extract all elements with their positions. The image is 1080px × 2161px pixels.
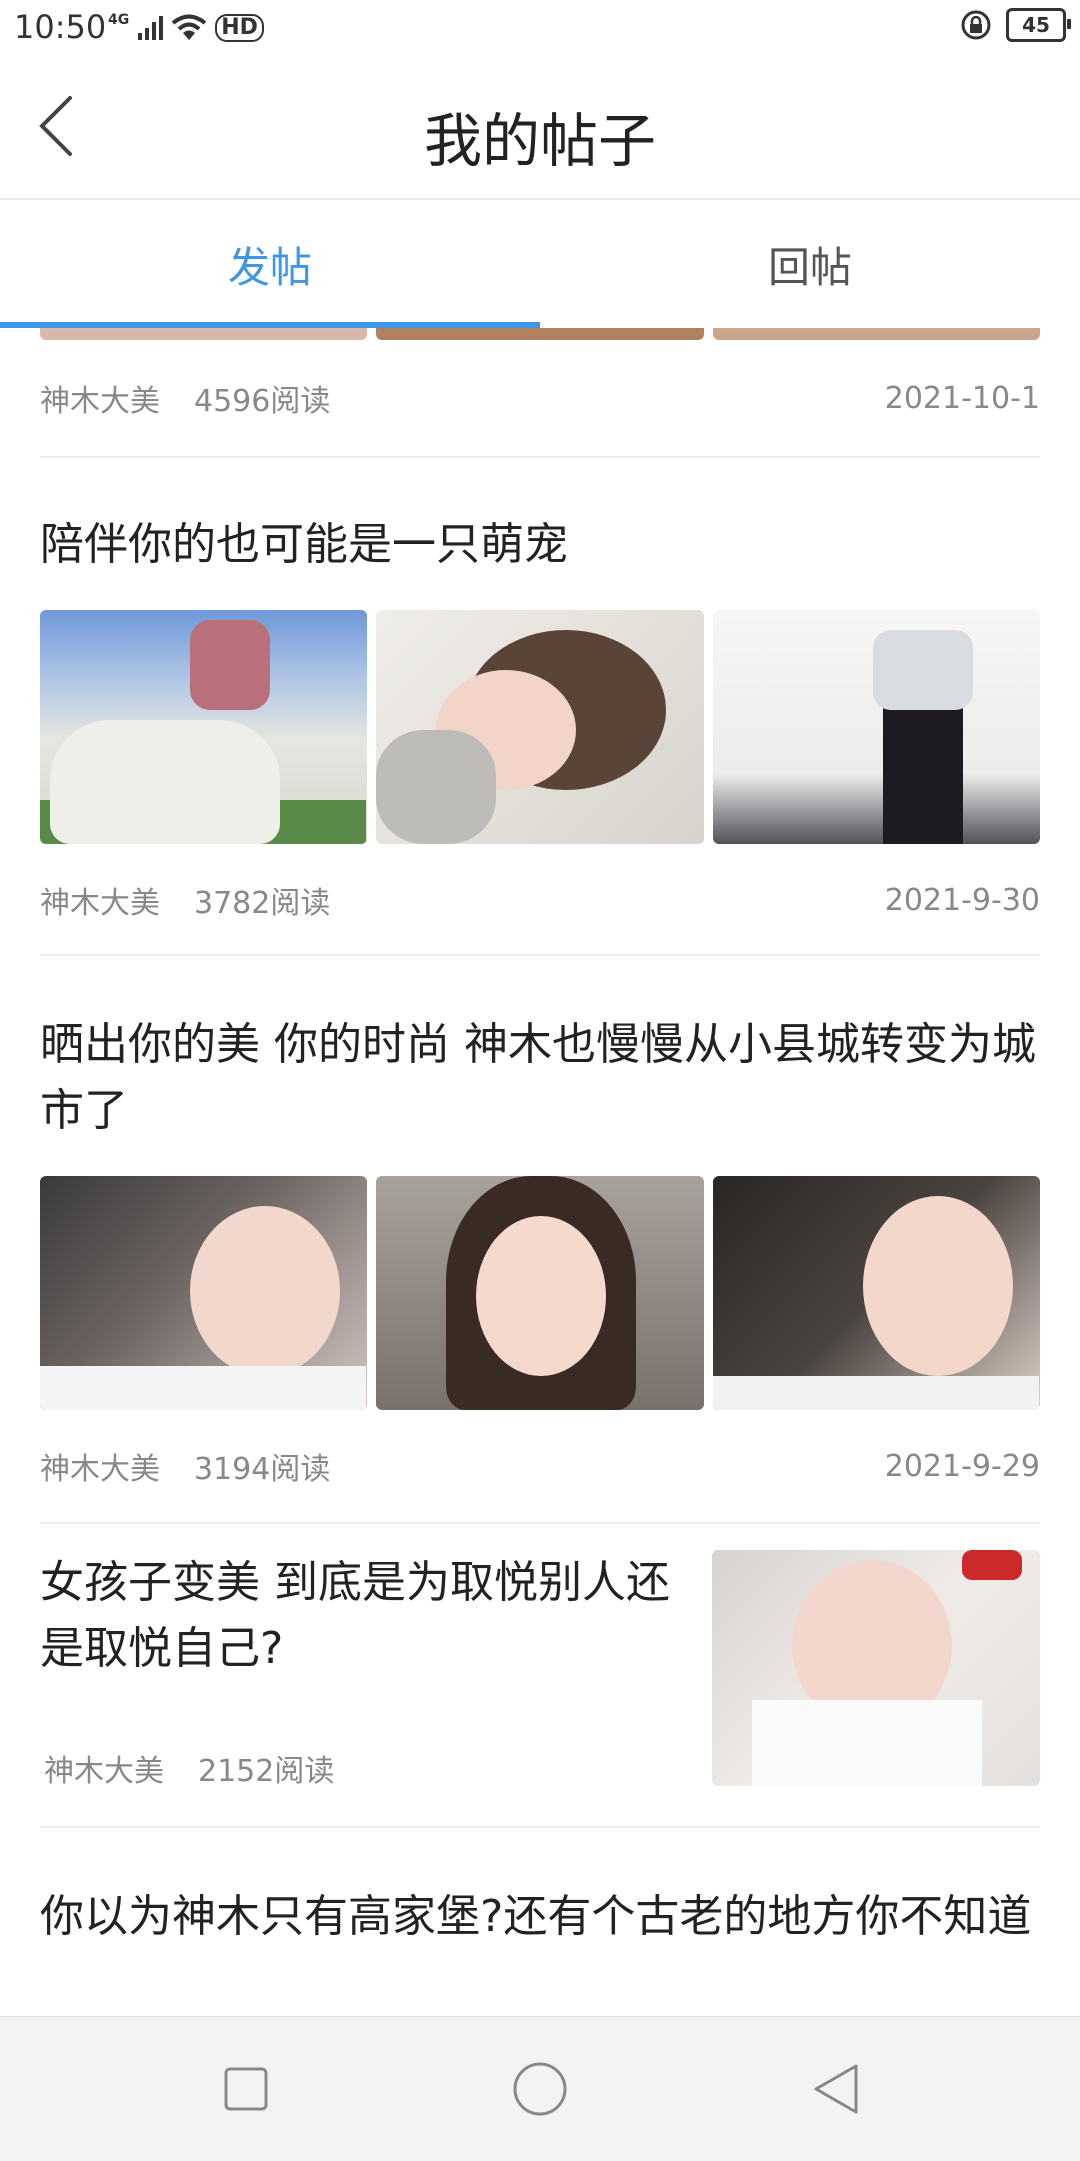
post-author: 神木大美: [40, 1452, 160, 1487]
hd-icon: HD: [215, 14, 264, 42]
recent-apps-button[interactable]: [216, 2059, 276, 2119]
divider: [40, 1522, 1040, 1524]
status-icons: 4G HD: [108, 10, 264, 46]
post-author: 神木大美: [40, 886, 160, 921]
status-bar: 10:50 4G HD 45: [0, 0, 1080, 56]
post-image[interactable]: [712, 610, 1040, 844]
signal-icon: [138, 16, 164, 40]
post-image[interactable]: [712, 1550, 1040, 1786]
post-image[interactable]: [40, 610, 368, 844]
divider: [40, 954, 1040, 956]
wifi-icon: [171, 14, 207, 40]
post-image[interactable]: [40, 328, 368, 340]
home-button[interactable]: [510, 2059, 570, 2119]
post-meta: 神木大美 4596阅读 2021-10-1: [40, 372, 1040, 424]
post-images: [40, 610, 1040, 844]
post-images: [40, 328, 1040, 340]
navigation-bar: 我的帖子: [0, 56, 1080, 200]
post-images: [40, 1176, 1040, 1410]
post-reads: 4596阅读: [194, 384, 331, 419]
system-navigation-bar: [0, 2016, 1080, 2161]
tab-replies[interactable]: 回帖: [540, 200, 1080, 328]
post-author: 神木大美: [40, 384, 160, 419]
lock-rotation-icon: [961, 10, 991, 40]
nav-back-button[interactable]: [806, 2059, 866, 2119]
network-type-icon: 4G: [108, 12, 130, 28]
page-title: 我的帖子: [423, 107, 656, 175]
status-right: 45: [960, 8, 1071, 42]
status-time: 10:50: [14, 8, 107, 46]
square-icon: [224, 2067, 268, 2111]
divider: [40, 1826, 1040, 1828]
post-date: 2021-9-29: [884, 1448, 1040, 1484]
post-date: 2021-9-30: [884, 882, 1040, 918]
post-image[interactable]: [376, 328, 704, 340]
divider: [40, 456, 1040, 458]
post-list[interactable]: 神木大美 4596阅读 2021-10-1 陪伴你的也可能是一只萌宠 神木大美 …: [0, 328, 1080, 2016]
battery-level: 45: [1022, 13, 1050, 37]
post-image[interactable]: [376, 1176, 704, 1410]
post-image[interactable]: [712, 328, 1040, 340]
post-image[interactable]: [712, 1176, 1040, 1410]
post-reads: 3782阅读: [194, 886, 331, 921]
tab-posts[interactable]: 发帖: [0, 200, 540, 328]
post-image[interactable]: [40, 1176, 368, 1410]
post-title[interactable]: 陪伴你的也可能是一只萌宠: [40, 512, 1040, 578]
post-reads: 2152阅读: [198, 1754, 335, 1789]
post-image[interactable]: [376, 610, 704, 844]
post-date: 2021-10-1: [884, 380, 1040, 416]
battery-icon: 45: [1006, 8, 1071, 42]
tab-bar: 发帖 回帖: [0, 200, 1080, 330]
circle-icon: [513, 2062, 567, 2116]
post-meta: 神木大美 3194阅读 2021-9-29: [40, 1440, 1040, 1492]
post-title[interactable]: 晒出你的美 你的时尚 神木也慢慢从小县城转变为城市了: [40, 1012, 1040, 1144]
post-reads: 3194阅读: [194, 1452, 331, 1487]
triangle-back-icon: [814, 2064, 858, 2114]
post-title[interactable]: 女孩子变美 到底是为取悦别人还是取悦自己?: [40, 1550, 700, 1682]
post-meta: 神木大美 2152阅读: [44, 1742, 644, 1794]
post-meta: 神木大美 3782阅读 2021-9-30: [40, 874, 1040, 926]
post-title[interactable]: 你以为神木只有高家堡?还有个古老的地方你不知道: [40, 1884, 1040, 1950]
post-author: 神木大美: [44, 1754, 164, 1789]
